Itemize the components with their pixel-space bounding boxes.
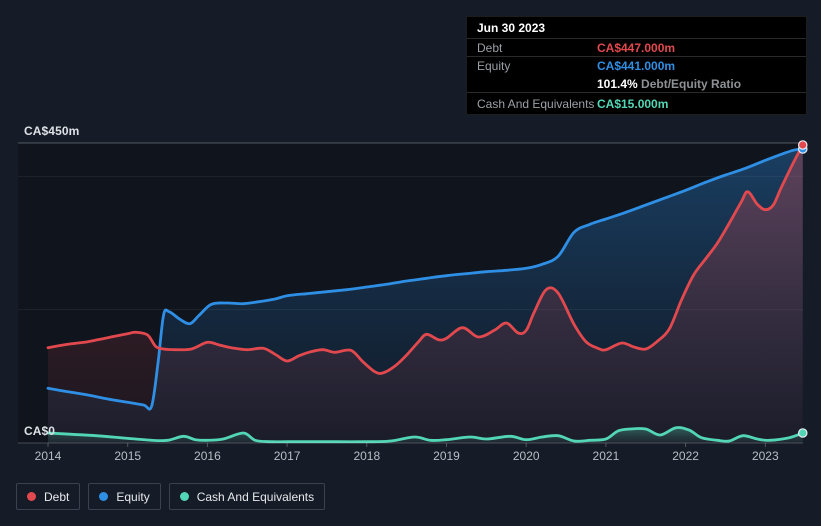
hover-tooltip: Jun 30 2023 Debt CA$447.000m Equity CA$4…: [466, 16, 807, 115]
x-axis-label-2016: 2016: [194, 449, 221, 463]
legend-equity-label: Equity: [116, 489, 150, 504]
equity-color-dot: [99, 492, 109, 501]
legend-item-debt[interactable]: Debt: [16, 483, 81, 510]
legend-item-cash[interactable]: Cash And Equivalents: [168, 483, 326, 510]
tooltip-cash-row: Cash And Equivalents CA$15.000m: [467, 93, 806, 114]
end-marker-cash-and-equivalents: [797, 428, 808, 438]
tooltip-cash-value: CA$15.000m: [597, 96, 669, 111]
x-axis-label-2017: 2017: [274, 449, 301, 463]
tooltip-ratio-value: 101.4%: [597, 76, 638, 91]
x-axis-label-2014: 2014: [35, 449, 62, 463]
x-axis-label-2020: 2020: [513, 449, 540, 463]
tooltip-ratio: 101.4% Debt/Equity Ratio: [597, 77, 741, 91]
tooltip-equity-label: Equity: [477, 59, 511, 73]
tooltip-equity-value: CA$441.000m: [597, 59, 676, 73]
tooltip-equity-row: Equity CA$441.000m: [467, 57, 806, 75]
tooltip-ratio-label: Debt/Equity Ratio: [641, 76, 742, 91]
tooltip-date: Jun 30 2023: [467, 17, 806, 39]
x-axis-label-2021: 2021: [593, 449, 620, 463]
tooltip-debt-value: CA$447.000m: [597, 40, 676, 55]
chart-legend: Debt Equity Cash And Equivalents: [16, 483, 326, 510]
end-marker-debt: [797, 140, 808, 150]
y-axis-max-label: CA$450m: [24, 124, 80, 138]
cash-color-dot: [179, 492, 189, 501]
tooltip-debt-label: Debt: [477, 40, 503, 55]
debt-equity-history-chart: 2014 2015 2016 2017 2018 2019 2020 2021 2022 2023…: [0, 0, 821, 526]
legend-cash-label: Cash And Equivalents: [196, 489, 315, 504]
debt-color-dot: [27, 492, 36, 501]
tooltip-debt-row: Debt CA$447.000m: [467, 39, 806, 57]
legend-debt-label: Debt: [44, 489, 70, 504]
x-axis-label-2019: 2019: [433, 449, 460, 463]
tooltip-ratio-row: 101.4% Debt/Equity Ratio: [467, 75, 806, 93]
tooltip-cash-label: Cash And Equivalents: [477, 96, 595, 111]
x-axis-label-2018: 2018: [353, 449, 380, 463]
legend-item-equity[interactable]: Equity: [88, 483, 161, 510]
y-axis-zero-label: CA$0: [24, 424, 56, 438]
x-axis-label-2023: 2023: [752, 449, 779, 463]
x-axis-label-2022: 2022: [672, 449, 699, 463]
x-axis-label-2015: 2015: [114, 449, 141, 463]
